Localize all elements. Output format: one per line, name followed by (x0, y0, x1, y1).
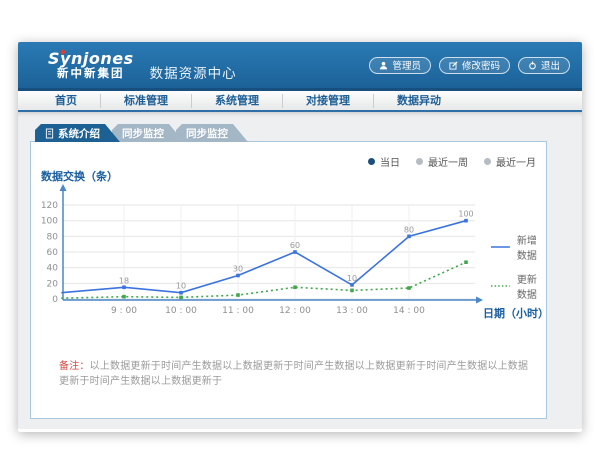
note-label: 备注： (59, 361, 90, 372)
series-legend: 新增数据更新数据 (491, 232, 546, 301)
radio-dot-icon (484, 158, 491, 165)
chart-wrap: 0 20 40 60 80 100 120 9 : 00 10 : 00 11 : 00 12 : … (31, 182, 545, 326)
data-point-marker (293, 285, 297, 289)
nav-item-0[interactable]: 首页 (32, 94, 101, 108)
data-point-marker (464, 219, 468, 223)
data-point-marker (122, 285, 126, 289)
content-area: 系统介绍同步监控同步监控 当日最近一周最近一月 数据交换（条） 02040608… (18, 112, 582, 429)
radio-dot-icon (368, 158, 375, 165)
y-tick-label: 120 (41, 201, 58, 211)
tab-0[interactable]: 系统介绍 (35, 124, 120, 142)
y-tick-label: 80 (47, 232, 59, 242)
legend-item-1: 更新数据 (491, 271, 546, 301)
edit-icon (449, 61, 458, 70)
header-action-power[interactable]: 退出 (518, 57, 570, 74)
data-point-label: 18 (119, 276, 129, 285)
footer-note: 备注：以上数据更新于时间产生数据以上数据更新于时间产生数据以上数据更新于时间产生… (59, 357, 536, 387)
x-tick-label: 13 : 00 (336, 306, 368, 316)
legend-line-sample (491, 283, 510, 289)
legend-item-0: 新增数据 (491, 232, 546, 262)
page-title: 数据资源中心 (150, 62, 237, 82)
tab-2[interactable]: 同步监控 (176, 124, 248, 142)
header-action-user[interactable]: 管理员 (369, 57, 431, 74)
data-point-marker (179, 296, 183, 300)
y-tick-label: 40 (47, 264, 59, 274)
document-icon (45, 128, 54, 139)
x-tick-label: 14 : 00 (393, 306, 425, 316)
nav-item-2[interactable]: 系统管理 (192, 94, 283, 108)
data-point-marker (350, 289, 354, 293)
tab-bar: 系统介绍同步监控同步监控 (35, 124, 582, 142)
data-point-label: 60 (290, 241, 300, 250)
y-tick-label: 100 (41, 217, 58, 227)
data-point-marker (350, 283, 354, 287)
nav-item-1[interactable]: 标准管理 (101, 94, 192, 108)
logo-text-cn: 新中新集团 (48, 67, 134, 79)
range-radio-0[interactable]: 当日 (368, 154, 400, 169)
data-point-label: 80 (404, 225, 414, 234)
data-point-marker (293, 250, 297, 254)
data-point-marker (407, 235, 411, 239)
user-icon (379, 61, 388, 70)
app-header: Synjones 新中新集团 数据资源中心 管理员修改密码退出 (18, 42, 582, 88)
range-filter-group: 当日 最近一周 最近一月 (368, 154, 536, 169)
header-action-edit[interactable]: 修改密码 (439, 57, 510, 74)
data-point-label: 10 (347, 274, 357, 283)
range-radio-1[interactable]: 最近一周 (416, 154, 468, 169)
tab-1[interactable]: 同步监控 (112, 124, 184, 142)
y-tick-label: 0 (52, 295, 58, 305)
data-point-marker (122, 295, 126, 299)
app-window: Synjones 新中新集团 数据资源中心 管理员修改密码退出 首页标准管理系统… (18, 42, 582, 432)
data-point-marker (179, 291, 183, 295)
power-icon (528, 61, 537, 70)
nav-item-3[interactable]: 对接管理 (283, 94, 374, 108)
x-tick-label: 10 : 00 (165, 306, 197, 316)
line-chart: 0 20 40 60 80 100 120 9 : 00 10 : 00 11 : 00 12 : … (31, 182, 545, 322)
data-point-label: 10 (176, 282, 186, 291)
x-tick-label: 9 : 00 (111, 306, 137, 316)
data-point-marker (236, 293, 240, 297)
y-tick-label: 60 (47, 248, 59, 258)
legend-line-sample (491, 244, 510, 250)
chart-panel: 当日最近一周最近一月 数据交换（条） 0204060801001209 : 00… (30, 141, 547, 419)
y-axis-arrow-icon (60, 184, 67, 191)
main-nav: 首页标准管理系统管理对接管理数据异动 (18, 88, 582, 112)
range-radio-2[interactable]: 最近一月 (484, 154, 536, 169)
x-axis-label: 日期（小时） (483, 305, 546, 321)
data-point-label: 100 (458, 210, 473, 219)
data-point-marker (407, 286, 411, 290)
header-actions: 管理员修改密码退出 (369, 57, 570, 74)
radio-dot-icon (416, 158, 423, 165)
data-point-marker (236, 274, 240, 278)
note-text: 以上数据更新于时间产生数据以上数据更新于时间产生数据以上数据更新于时间产生数据以… (59, 361, 528, 387)
data-point-label: 30 (233, 265, 243, 274)
data-point-marker (464, 260, 468, 264)
logo: Synjones 新中新集团 (48, 51, 134, 80)
y-tick-label: 20 (47, 279, 59, 289)
x-tick-label: 11 : 00 (222, 306, 254, 316)
nav-item-4[interactable]: 数据异动 (374, 94, 464, 108)
x-tick-label: 12 : 00 (279, 306, 311, 316)
x-axis-arrow-icon (476, 297, 483, 304)
